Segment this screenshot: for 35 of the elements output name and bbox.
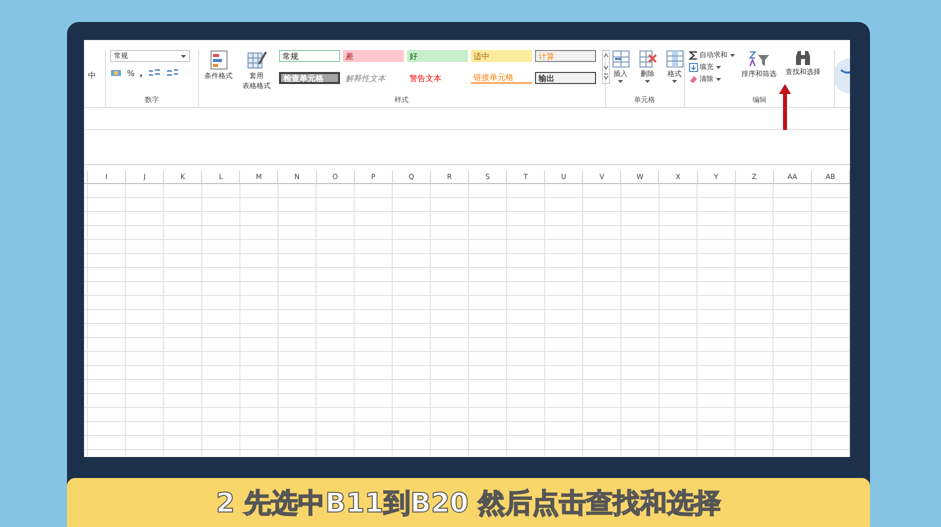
cell-grid[interactable] [84,184,850,456]
caret-icon [618,80,624,83]
gallery-scrollbar[interactable] [602,50,610,84]
currency-icon[interactable] [110,68,122,78]
caret-icon [672,80,678,83]
decrease-decimal-icon[interactable] [166,68,179,78]
table-brush-icon [246,50,267,70]
delete-cells-icon [638,50,657,68]
comma-button[interactable]: , [140,68,143,78]
cell-style-option[interactable]: 输出 [534,72,596,84]
arrow-annotation [778,84,792,130]
increase-decimal-icon[interactable] [148,68,161,78]
eraser-icon [688,74,698,84]
binoculars-icon [794,50,812,66]
cell-style-option[interactable]: 警告文本 [406,72,468,84]
cell-style-option[interactable]: 适中 [470,50,532,62]
percent-button[interactable]: % [127,68,135,78]
fill-down-icon [688,62,698,72]
insert-cells-icon [612,50,630,68]
caret-icon [716,78,721,80]
subtitle-caption: 2 先选中B11到B20 然后点击查找和选择 [67,478,870,527]
format-cells-icon [666,50,684,68]
sigma-icon [688,50,698,60]
cell-style-option[interactable]: 差 [342,50,404,62]
circle-logo-icon [835,56,850,96]
conditional-format-icon [210,50,228,70]
ribbon-label: 中 [88,70,96,81]
caret-icon [645,80,650,83]
sort-filter-icon [748,50,770,68]
caret-icon [730,54,735,56]
cell-style-option[interactable]: 解释性文本 [342,72,404,84]
cell-style-option[interactable]: 好 [406,50,468,62]
caret-icon [716,66,721,68]
cell-style-option[interactable]: 常规 [278,50,340,62]
caret-icon [181,54,186,58]
